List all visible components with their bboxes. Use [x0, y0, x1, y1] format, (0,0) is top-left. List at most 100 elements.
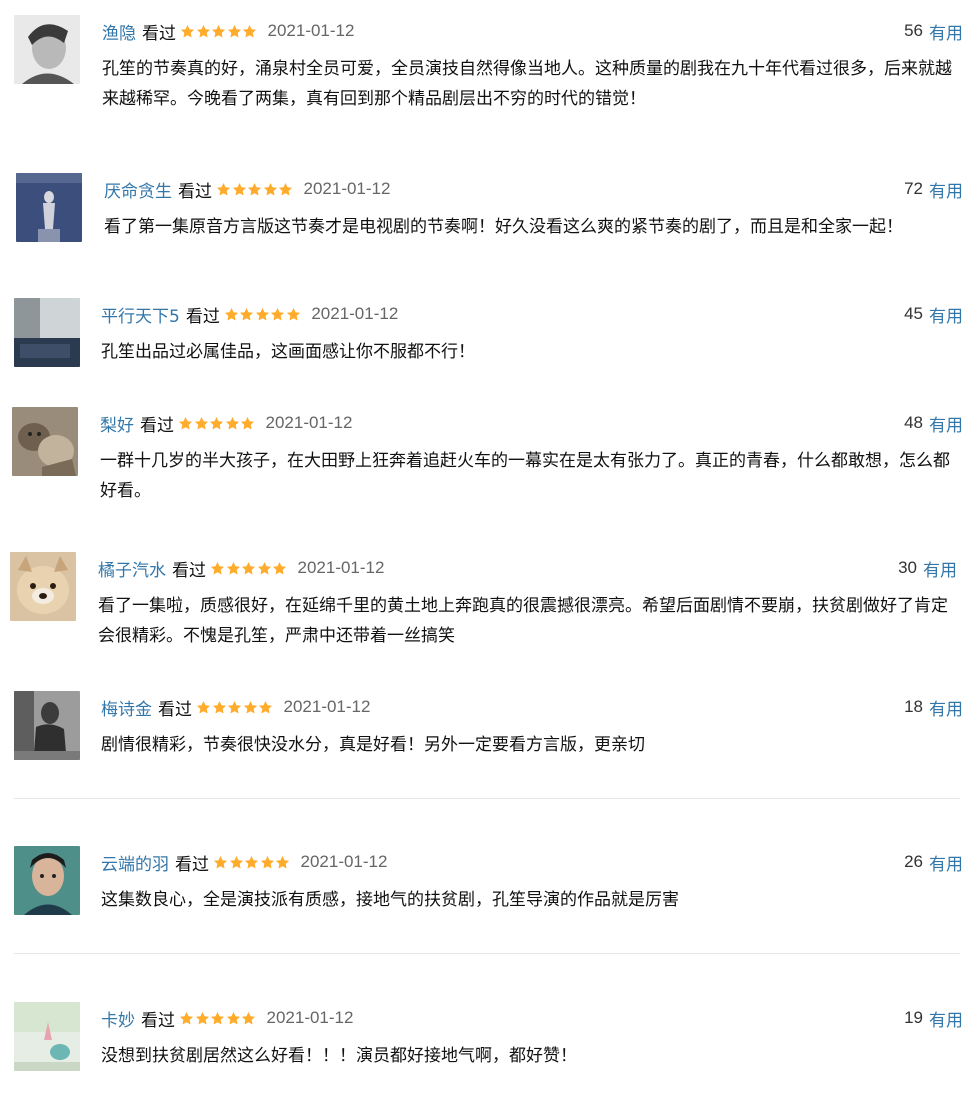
user-avatar[interactable] [14, 691, 80, 760]
vote-count: 26 [904, 852, 923, 871]
username-link[interactable]: 云端的羽 [101, 850, 169, 875]
star-icon [247, 182, 262, 195]
vote-count: 48 [904, 413, 923, 432]
useful-vote-button[interactable]: 有用 [923, 556, 957, 581]
review-content: 看了第一集原音方言版这节奏才是电视剧的节奏啊！好久没看这么爽的紧节奏的剧了，而且… [104, 217, 903, 237]
review-date: 2021-01-12 [300, 852, 388, 871]
useful-vote-button[interactable]: 有用 [929, 1006, 963, 1031]
review-date: 2021-01-12 [266, 1008, 354, 1027]
star-icon [229, 855, 243, 868]
star-icon [243, 700, 257, 713]
useful-vote-button[interactable]: 有用 [929, 302, 963, 327]
rating-stars [178, 415, 256, 431]
star-icon [212, 700, 226, 713]
divider [14, 953, 960, 954]
rating-stars [180, 23, 258, 39]
star-icon [271, 307, 285, 320]
watched-label: 看过 [158, 699, 192, 720]
star-icon [196, 24, 210, 37]
star-icon [242, 24, 257, 37]
review-content: 没想到扶贫剧居然这么好看！！！演员都好接地气啊，都好赞！ [101, 1046, 577, 1066]
star-icon [179, 1011, 194, 1024]
user-avatar[interactable] [14, 846, 80, 915]
user-avatar[interactable] [14, 298, 80, 367]
rating-stars [213, 854, 291, 870]
star-icon [286, 307, 300, 320]
review-content: 一群十几岁的半大孩子，在大田野上狂奔着追赶火车的一幕实在是太有张力了。真正的青春… [100, 451, 950, 501]
star-icon [216, 182, 231, 195]
rating-stars [196, 699, 274, 715]
star-icon [196, 700, 211, 713]
divider [14, 798, 960, 799]
star-icon [210, 1011, 225, 1024]
star-icon [240, 307, 254, 320]
star-icon [232, 182, 246, 195]
useful-vote-button[interactable]: 有用 [929, 850, 963, 875]
review-date: 2021-01-12 [267, 21, 355, 40]
review-date: 2021-01-12 [311, 304, 399, 323]
username-link[interactable]: 橘子汽水 [98, 556, 166, 581]
star-icon [194, 416, 208, 429]
username-link[interactable]: 厌命贪生 [104, 177, 172, 202]
watched-label: 看过 [142, 23, 176, 44]
rating-stars [224, 306, 302, 322]
star-icon [210, 561, 225, 574]
star-icon [213, 855, 228, 868]
vote-count: 56 [904, 21, 923, 40]
watched-label: 看过 [178, 181, 212, 202]
star-icon [255, 307, 269, 320]
user-avatar[interactable] [14, 1002, 80, 1071]
useful-vote-button[interactable]: 有用 [929, 177, 963, 202]
user-avatar[interactable] [12, 407, 78, 476]
star-icon [241, 1011, 256, 1024]
rating-stars [179, 1010, 257, 1026]
star-icon [240, 416, 255, 429]
star-icon [227, 700, 242, 713]
watched-label: 看过 [185, 306, 220, 327]
star-icon [226, 561, 240, 574]
useful-vote-button[interactable]: 有用 [929, 695, 963, 720]
watched-label: 看过 [175, 854, 209, 875]
star-icon [258, 700, 273, 713]
review-date: 2021-01-12 [265, 413, 353, 432]
username-link[interactable]: 梅诗金 [101, 695, 152, 720]
review-content: 剧情很精彩，节奏很快没水分，真是好看！另外一定要看方言版，更亲切 [101, 735, 645, 755]
username-link[interactable]: 卡妙 [101, 1006, 135, 1031]
user-avatar[interactable] [10, 552, 76, 621]
vote-count: 45 [904, 304, 923, 323]
review-date: 2021-01-12 [303, 179, 391, 198]
watched-label: 看过 [172, 560, 206, 581]
vote-count: 18 [904, 697, 923, 716]
review-content: 这集数良心，全是演技派有质感，接地气的扶贫剧，孔笙导演的作品就是厉害 [101, 890, 679, 910]
watched-label: 看过 [141, 1010, 175, 1031]
username-link[interactable]: 梨好 [100, 411, 134, 436]
star-icon [275, 855, 290, 868]
user-avatar[interactable] [14, 15, 80, 84]
star-icon [226, 1011, 240, 1024]
star-icon [180, 24, 195, 37]
review-date: 2021-01-12 [297, 558, 385, 577]
star-icon [195, 1011, 209, 1024]
useful-vote-button[interactable]: 有用 [929, 19, 963, 44]
review-content: 孔笙的节奏真的好，涌泉村全员可爱，全员演技自然得像当地人。这种质量的剧我在九十年… [102, 59, 952, 109]
username-link[interactable]: 平行天下5 [101, 302, 180, 327]
username-link[interactable]: 渔隐 [102, 19, 136, 44]
useful-vote-button[interactable]: 有用 [929, 411, 963, 436]
star-icon [209, 416, 224, 429]
star-icon [272, 561, 287, 574]
star-icon [244, 855, 259, 868]
vote-count: 72 [904, 179, 923, 198]
vote-count: 30 [898, 558, 917, 577]
star-icon [225, 416, 239, 429]
user-avatar[interactable] [16, 173, 82, 242]
rating-stars [210, 560, 288, 576]
review-content: 孔笙出品过必属佳品，这画面感让你不服都不行！ [101, 342, 475, 362]
star-icon [211, 24, 226, 37]
review-content: 看了一集啦，质感很好，在延绵千里的黄土地上奔跑真的很震撼很漂亮。希望后面剧情不要… [98, 596, 948, 646]
star-icon [278, 182, 293, 195]
rating-stars [216, 181, 294, 197]
watched-label: 看过 [140, 415, 174, 436]
star-icon [178, 416, 193, 429]
star-icon [263, 182, 277, 195]
star-icon [227, 24, 241, 37]
